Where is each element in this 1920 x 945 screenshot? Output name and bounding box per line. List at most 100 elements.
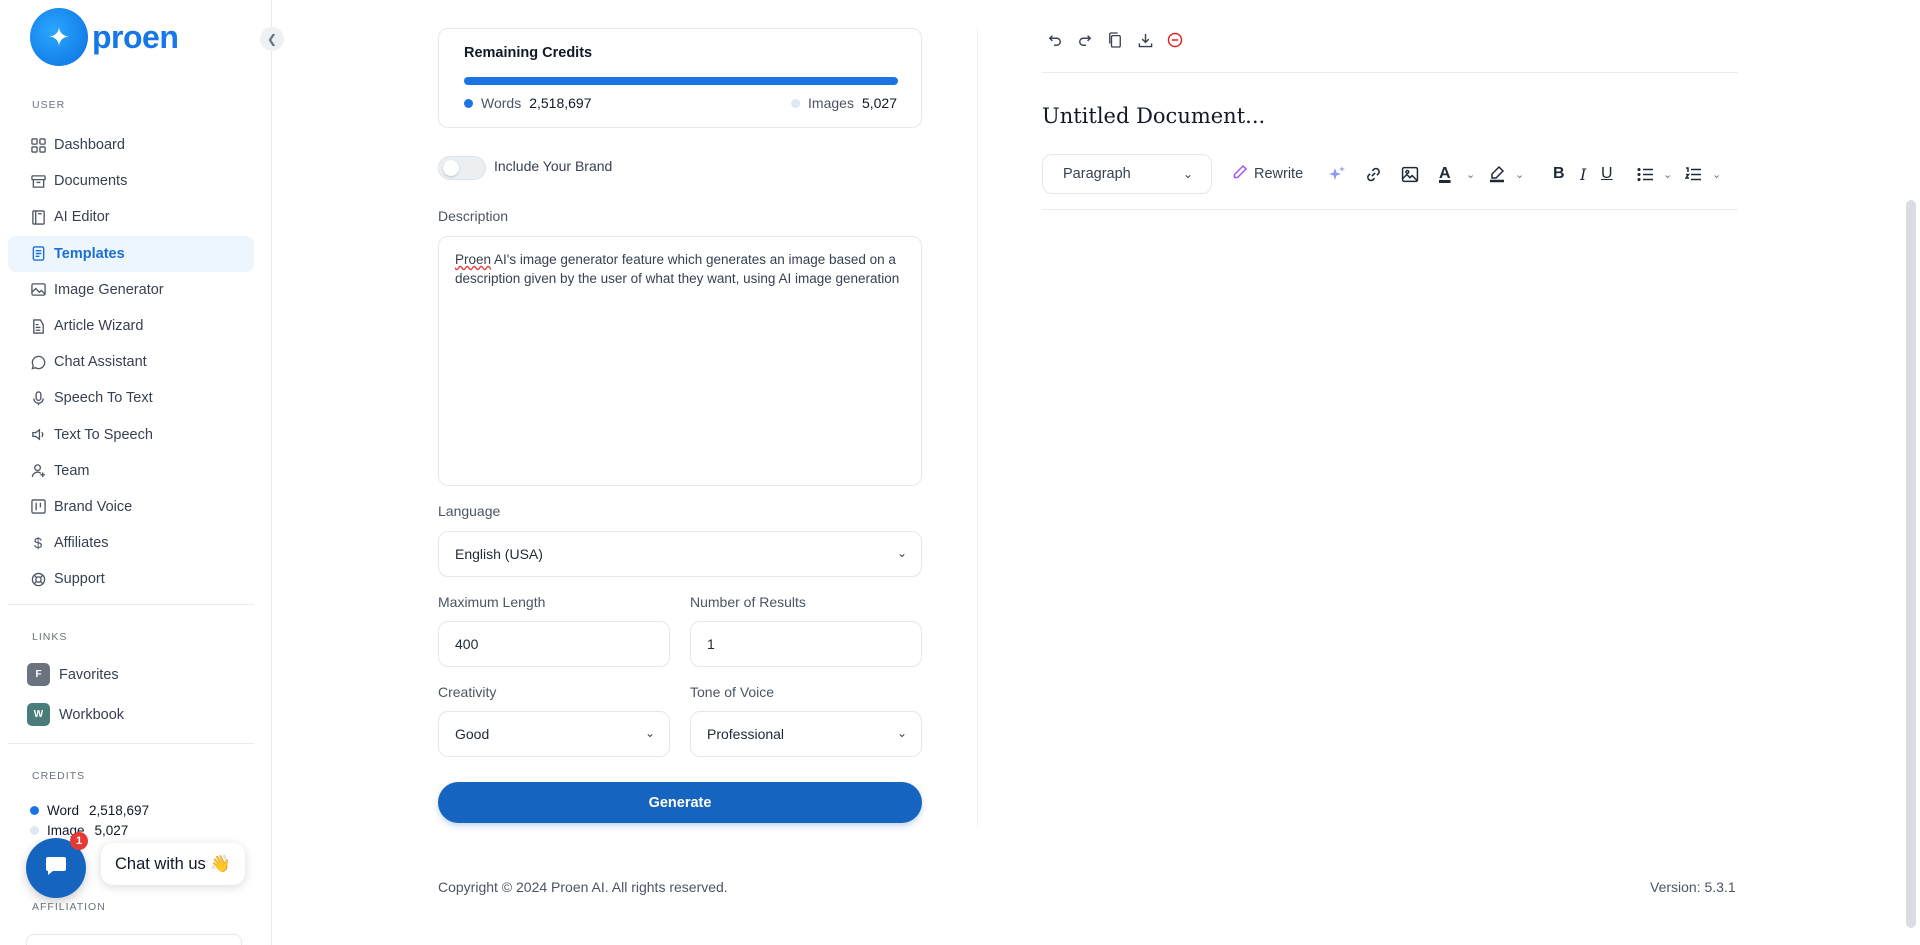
column-divider [977, 28, 978, 826]
chevron-down-icon: ⌄ [1182, 167, 1193, 181]
sidebar-item-label: Support [54, 571, 105, 588]
page-scrollbar[interactable] [1906, 200, 1916, 928]
collapse-sidebar-button[interactable]: ❮ [260, 27, 284, 51]
section-label-affiliation: AFFILIATION [32, 901, 106, 913]
underline-icon[interactable]: U [1601, 162, 1613, 186]
numbered-list-icon[interactable] [1685, 162, 1702, 186]
bold-icon[interactable]: B [1553, 162, 1565, 186]
divider [8, 743, 254, 744]
tone-value: Professional [707, 726, 785, 742]
sidebar-item-team[interactable]: Team [8, 453, 254, 489]
link-item-workbook[interactable]: W Workbook [27, 703, 124, 726]
sidebar-item-documents[interactable]: Documents [8, 163, 254, 199]
remove-circle-icon[interactable] [1167, 32, 1183, 48]
microphone-icon [30, 390, 46, 406]
credit-word-label: Word [47, 803, 80, 818]
section-label-credits: CREDITS [32, 770, 86, 782]
description-label: Description [438, 208, 509, 224]
link-label: Workbook [59, 706, 125, 723]
sidebar-item-label: Documents [54, 173, 128, 190]
sidebar-item-speech-to-text[interactable]: Speech To Text [8, 380, 254, 416]
sidebar-item-affiliates[interactable]: $ Affiliates [8, 525, 254, 561]
chevron-down-icon[interactable]: ⌄ [1466, 162, 1475, 186]
lifebuoy-icon [30, 571, 46, 587]
dollar-icon: $ [33, 534, 43, 552]
sidebar-item-label: Team [54, 462, 90, 479]
copy-icon[interactable] [1107, 32, 1123, 48]
paragraph-select[interactable]: Paragraph ⌄ [1042, 154, 1212, 194]
generate-button[interactable]: Generate [438, 782, 922, 823]
language-value: English (USA) [455, 546, 543, 562]
language-label: Language [438, 503, 501, 519]
editor-top-toolbar [1047, 32, 1183, 48]
chevron-down-icon: ⌄ [896, 726, 907, 740]
creativity-select[interactable]: Good ⌄ [438, 711, 670, 757]
results-input[interactable]: 1 [690, 621, 922, 667]
document-title[interactable]: Untitled Document... [1042, 104, 1265, 128]
chat-prompt[interactable]: Chat with us 👋 [101, 843, 245, 885]
sidebar-item-label: Templates [54, 245, 125, 262]
bullet-list-icon[interactable] [1637, 162, 1654, 186]
logo[interactable]: ✦ proen [30, 8, 179, 66]
tone-label: Tone of Voice [690, 684, 775, 700]
language-select[interactable]: English (USA) ⌄ [438, 531, 922, 577]
credit-word-value: 2,518,697 [89, 803, 150, 818]
credit-word: Word 2,518,697 [30, 803, 149, 818]
results-label: Number of Results [690, 594, 806, 610]
chevron-down-icon[interactable]: ⌄ [1663, 162, 1672, 186]
credits-words-value: 2,518,697 [529, 95, 592, 111]
sidebar-item-chat-assistant[interactable]: Chat Assistant [8, 344, 254, 380]
sidebar-item-label: Speech To Text [54, 390, 153, 407]
link-badge: W [27, 703, 50, 726]
include-brand-toggle[interactable] [438, 156, 486, 180]
sidebar-item-ai-editor[interactable]: AI Editor [8, 199, 254, 235]
user-plus-icon [30, 463, 46, 479]
sidebar-item-article-wizard[interactable]: Article Wizard [8, 308, 254, 344]
sidebar-item-text-to-speech[interactable]: Text To Speech [8, 417, 254, 453]
creativity-value: Good [455, 726, 490, 742]
rewrite-button[interactable]: Rewrite [1232, 164, 1303, 184]
archive-icon [30, 173, 46, 189]
link-item-favorites[interactable]: F Favorites [27, 663, 119, 686]
highlight-icon[interactable] [1488, 162, 1506, 186]
section-label-user: USER [32, 99, 66, 111]
sidebar-item-label: Image Generator [54, 281, 164, 298]
sidebar-item-image-generator[interactable]: Image Generator [8, 272, 254, 308]
chat-icon [45, 856, 67, 881]
download-icon[interactable] [1137, 32, 1153, 48]
results-value: 1 [707, 636, 715, 652]
layout-icon [30, 499, 46, 515]
affiliation-box[interactable] [26, 934, 242, 945]
sidebar-item-label: Text To Speech [54, 426, 153, 443]
undo-icon[interactable] [1047, 32, 1063, 48]
tone-select[interactable]: Professional ⌄ [690, 711, 922, 757]
credits-images: Images 5,027 [791, 95, 897, 111]
sidebar-item-templates[interactable]: Templates [8, 235, 254, 272]
chevron-down-icon[interactable]: ⌄ [1712, 162, 1721, 186]
sidebar-item-brand-voice[interactable]: Brand Voice [8, 489, 254, 525]
images-dot [791, 98, 801, 108]
max-length-input[interactable]: 400 [438, 621, 670, 667]
logo-text: proen [92, 18, 179, 55]
sidebar-item-support[interactable]: Support [8, 561, 254, 597]
description-textarea[interactable]: Proen AI's image generator feature which… [438, 236, 922, 486]
credits-words-label: Words [481, 95, 522, 111]
credits-card-title: Remaining Credits [464, 45, 593, 61]
words-dot [464, 98, 473, 108]
italic-icon[interactable]: I [1580, 162, 1586, 186]
sparkles-icon[interactable] [1328, 162, 1346, 186]
sidebar-item-dashboard[interactable]: Dashboard [8, 127, 254, 163]
sidebar-nav: Dashboard Documents AI Editor Templates … [8, 127, 254, 597]
credits-images-label: Images [808, 95, 854, 111]
text-color-icon[interactable]: A [1439, 162, 1451, 186]
credits-images-value: 5,027 [861, 95, 897, 111]
chat-notification-badge: 1 [70, 832, 88, 850]
creativity-label: Creativity [438, 684, 497, 700]
image-icon [30, 282, 46, 298]
link-badge: F [27, 663, 50, 686]
link-icon[interactable] [1365, 162, 1382, 186]
insert-image-icon[interactable] [1401, 162, 1419, 186]
file-text-icon [30, 246, 46, 262]
redo-icon[interactable] [1077, 32, 1093, 48]
chevron-down-icon[interactable]: ⌄ [1515, 162, 1524, 186]
